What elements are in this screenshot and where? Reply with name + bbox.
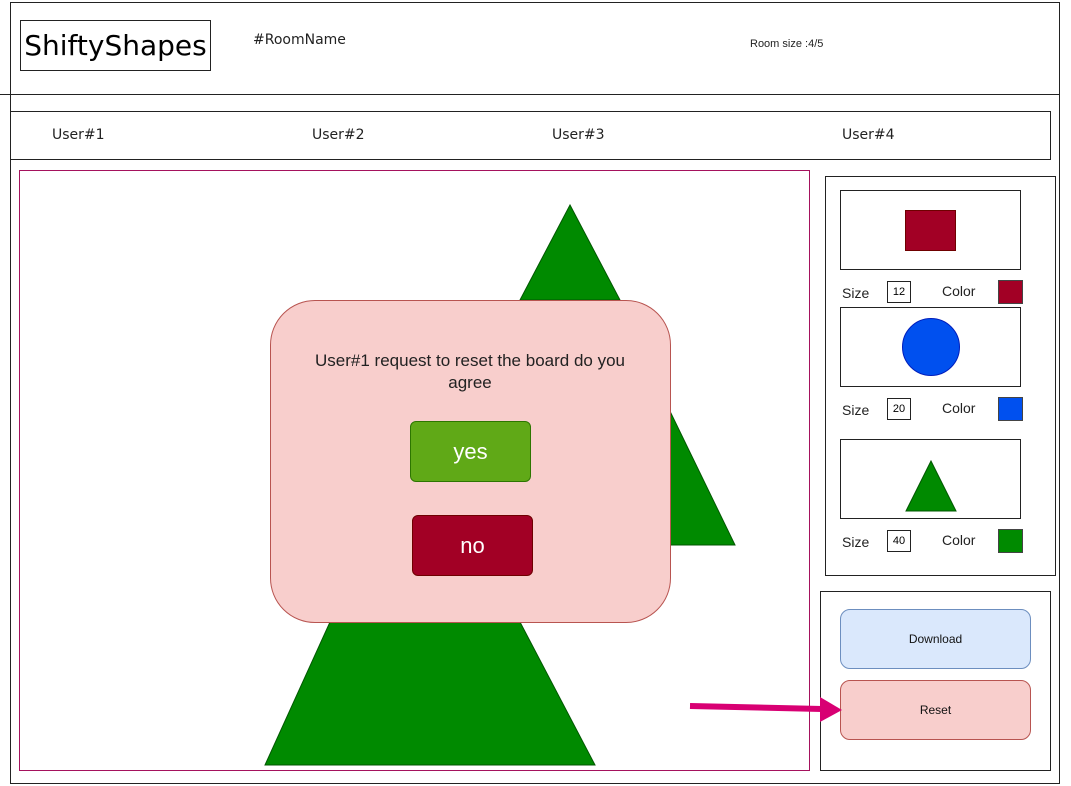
yes-button[interactable]: yes — [410, 421, 531, 482]
modal-message: User#1 request to reset the board do you… — [315, 351, 625, 392]
no-button[interactable]: no — [412, 515, 533, 576]
